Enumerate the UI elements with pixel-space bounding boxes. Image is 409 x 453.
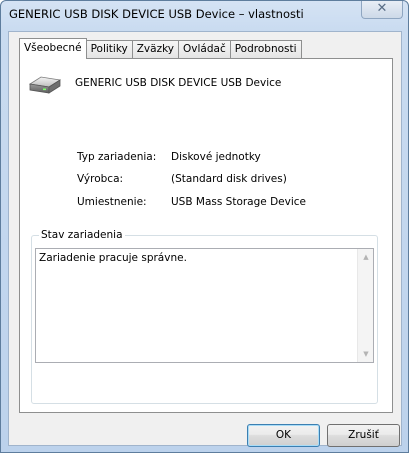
location-value: USB Mass Storage Device xyxy=(171,196,306,208)
status-scrollbar[interactable]: ▲ ▼ xyxy=(357,249,373,362)
device-type-label: Typ zariadenia: xyxy=(77,151,157,163)
close-button[interactable]: ✕ xyxy=(361,1,403,19)
scroll-down-icon[interactable]: ▼ xyxy=(358,346,374,362)
location-label: Umiestnenie: xyxy=(77,196,147,208)
tab-details[interactable]: Podrobnosti xyxy=(230,40,302,58)
manufacturer-value: (Standard disk drives) xyxy=(171,173,287,185)
dialog-client-area: Všeobecné Politiky Zväzky Ovládač Podrob… xyxy=(8,31,402,447)
title-bar[interactable]: GENERIC USB DISK DEVICE USB Device – vla… xyxy=(1,1,408,31)
device-status-text: Zariadenie pracuje správne. xyxy=(39,252,187,264)
tab-driver[interactable]: Ovládač xyxy=(179,40,231,58)
window-title: GENERIC USB DISK DEVICE USB Device – vla… xyxy=(9,7,304,21)
tab-volumes[interactable]: Zväzky xyxy=(132,40,180,58)
tab-general[interactable]: Všeobecné xyxy=(19,38,87,59)
tab-policies[interactable]: Politiky xyxy=(86,40,133,58)
properties-dialog: GENERIC USB DISK DEVICE USB Device – vla… xyxy=(0,0,409,453)
scroll-up-icon[interactable]: ▲ xyxy=(358,249,374,265)
close-icon: ✕ xyxy=(376,1,388,16)
cancel-button[interactable]: Zrušiť xyxy=(327,424,400,447)
device-status-group: Stav zariadenia Zariadenie pracuje správ… xyxy=(31,229,378,404)
device-status-legend: Stav zariadenia xyxy=(39,229,125,241)
tab-strip: Všeobecné Politiky Zväzky Ovládač Podrob… xyxy=(19,38,302,59)
disk-drive-icon xyxy=(28,76,62,94)
device-status-textbox[interactable]: Zariadenie pracuje správne. ▲ ▼ xyxy=(35,248,374,363)
manufacturer-label: Výrobca: xyxy=(77,173,124,185)
tab-panel-general: GENERIC USB DISK DEVICE USB Device Typ z… xyxy=(19,58,393,413)
ok-button[interactable]: OK xyxy=(247,424,320,447)
device-type-value: Diskové jednotky xyxy=(171,151,261,163)
device-name: GENERIC USB DISK DEVICE USB Device xyxy=(75,77,282,89)
